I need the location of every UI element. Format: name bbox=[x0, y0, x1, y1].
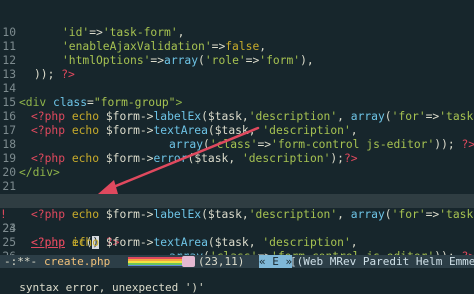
minibuffer[interactable]: syntax error, unexpected ')' bbox=[0, 268, 474, 294]
code-line: 'id'=>'task-form', bbox=[0, 0, 474, 39]
code-line: 16 <?php echo $form->textArea($task, 'de… bbox=[0, 96, 474, 137]
code-line: 21 <div class="form-group"> bbox=[0, 166, 474, 207]
buffer-filename: create.php bbox=[44, 255, 111, 268]
code-line: 17 array('class'=>'form-control js-edito… bbox=[0, 110, 474, 151]
buffer-status: -:**- bbox=[4, 255, 38, 268]
nyan-cat-head-icon bbox=[182, 256, 195, 267]
code-line: 19 </div> bbox=[0, 138, 474, 179]
evil-state-indicator: « E » bbox=[259, 255, 293, 268]
cursor-position: (23,11) bbox=[198, 255, 245, 268]
code-editor[interactable]: 'id'=>'task-form', 10 'enableAjaxValidat… bbox=[0, 0, 474, 255]
code-line: 18 <?php echo $form->error($task, 'descr… bbox=[0, 124, 474, 165]
code-line: 22 <?php echo $form->labelEx($task,'desc… bbox=[0, 180, 474, 221]
code-line: 12 )); ?> bbox=[0, 40, 474, 81]
code-line: 25 array('class'=>'form-control js-edito… bbox=[0, 222, 474, 255]
mode-line: -:**- create.php (23,11) « E » [(Web MRe… bbox=[0, 255, 474, 268]
code-line: 20 bbox=[0, 152, 474, 179]
code-line: 13 bbox=[0, 54, 474, 81]
code-line: 15 <?php echo $form->labelEx($task,'desc… bbox=[0, 82, 474, 123]
minibuffer-message: syntax error, unexpected ')' bbox=[19, 281, 205, 294]
code-line-current: ! 23 <?php if() ?> bbox=[0, 194, 474, 249]
code-line: 11 'htmlOptions'=>array('role'=>'form'), bbox=[0, 26, 474, 67]
code-line: 10 'enableAjaxValidation'=>false, bbox=[0, 12, 474, 53]
code-line: 14 <div class="form-group"> bbox=[0, 68, 474, 109]
minor-modes-list: [(Web MRev Paredit Helm Emmet FlyC bbox=[290, 255, 474, 268]
code-line: 24 <?php echo $form->textArea($task, 'de… bbox=[0, 208, 474, 249]
code-line: 26 <?php echo $form->error($task, 'descr… bbox=[0, 236, 474, 255]
